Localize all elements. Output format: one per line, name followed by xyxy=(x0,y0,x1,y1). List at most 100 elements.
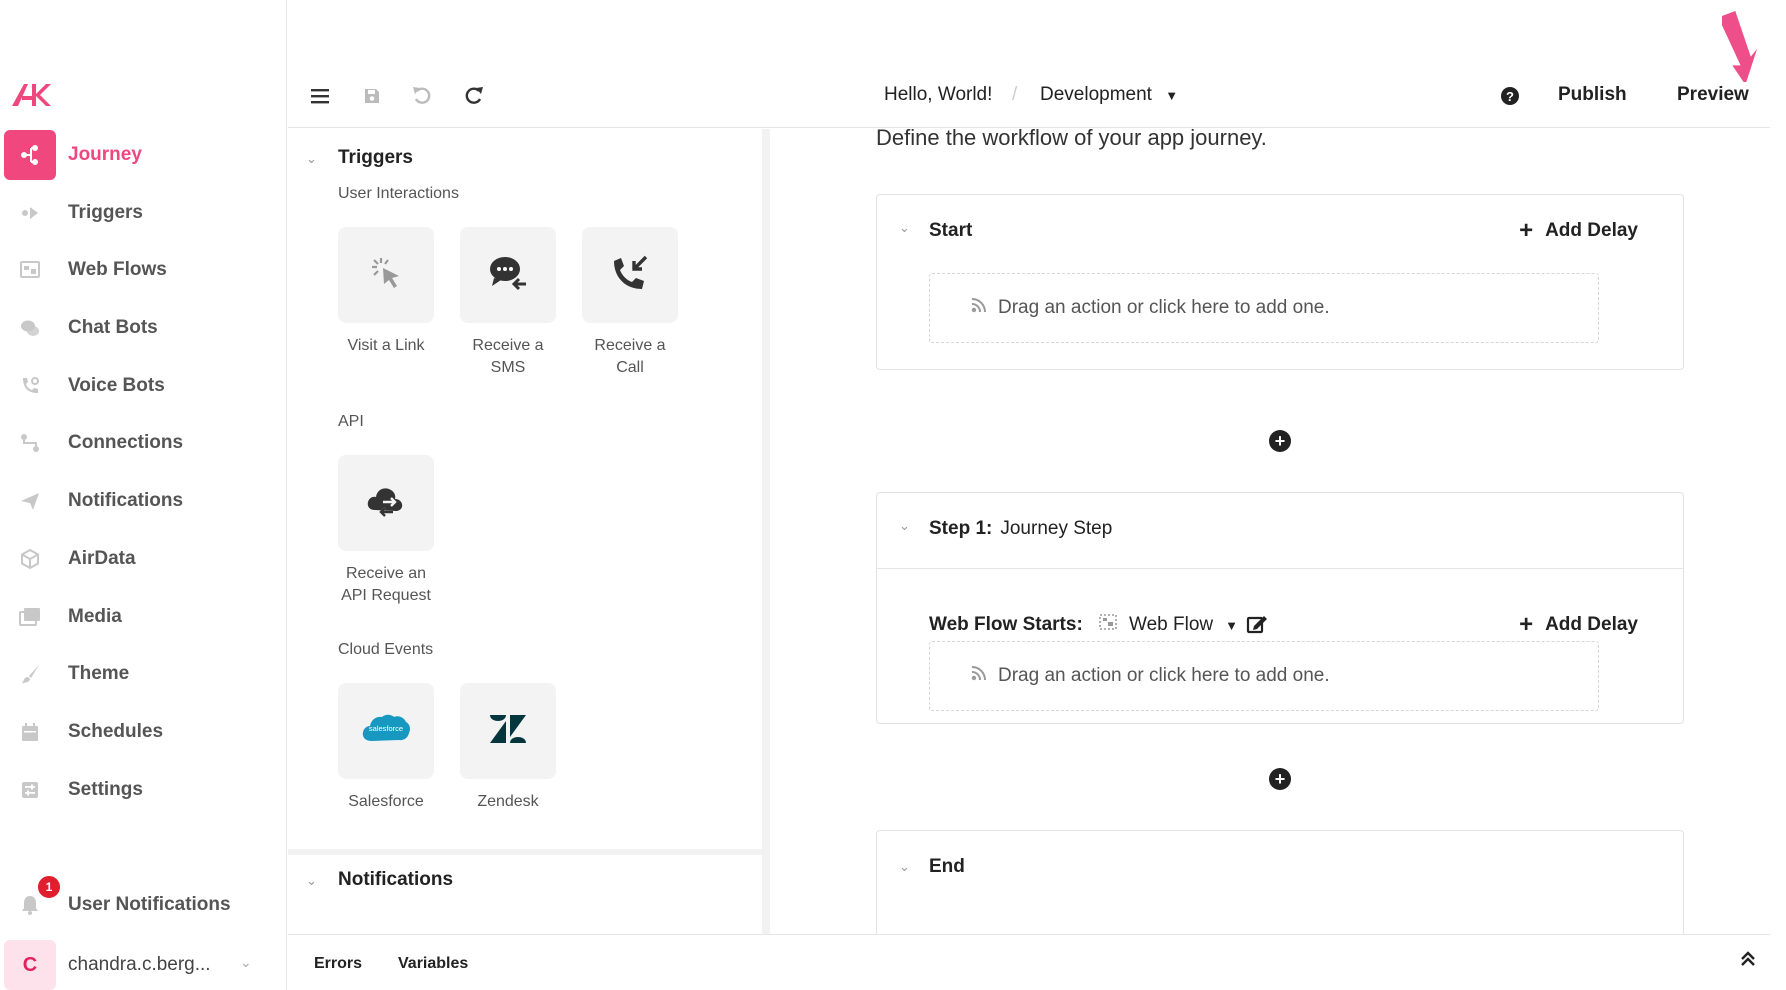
action-dropzone[interactable]: Drag an action or click here to add one. xyxy=(929,273,1599,343)
notifications-icon xyxy=(4,476,56,526)
bottom-bar: Errors Variables xyxy=(288,934,1770,990)
chevron-down-icon[interactable]: ⌄ xyxy=(899,220,910,236)
redo-icon[interactable] xyxy=(460,82,488,110)
sidebar-item-label: Triggers xyxy=(68,201,143,223)
salesforce-logo-icon: salesforce xyxy=(360,711,412,752)
top-bar: Hello, World! / Development ▼ ? Publish … xyxy=(288,64,1770,128)
sidebar-item-chat-bots[interactable]: Chat Bots xyxy=(0,303,287,353)
double-chevron-up-icon[interactable] xyxy=(1740,951,1756,972)
sidebar-item-journey[interactable]: Journey xyxy=(0,130,287,180)
action-dropzone[interactable]: Drag an action or click here to add one. xyxy=(929,641,1599,711)
sidebar-item-airdata[interactable]: AirData xyxy=(0,534,287,584)
card-title: End xyxy=(929,856,965,877)
tile-label-line: Visit a Link xyxy=(347,337,425,354)
tile-label-line: API Request xyxy=(341,587,431,604)
zendesk-logo-icon xyxy=(488,713,528,750)
chevron-down-icon: ⌄ xyxy=(240,954,252,970)
sidebar-item-label: Schedules xyxy=(68,720,164,742)
tile-label-line: Receive an xyxy=(345,565,427,582)
sidebar-item-settings[interactable]: Settings xyxy=(0,765,287,815)
sidebar-item-voice-bots[interactable]: Voice Bots xyxy=(0,361,287,411)
help-icon[interactable]: ? xyxy=(1496,82,1524,110)
airdata-icon xyxy=(4,534,56,584)
sidebar-item-web-flows[interactable]: Web Flows xyxy=(0,245,287,295)
web-flow-select[interactable]: Web Flow ▼ xyxy=(1099,614,1238,636)
add-step-button[interactable]: + xyxy=(1269,430,1291,452)
triggers-panel: ⌄ Triggers User Interactions Visit a Lin… xyxy=(288,129,770,934)
panel-divider xyxy=(288,849,762,855)
app-name[interactable]: Hello, World! xyxy=(884,84,992,106)
add-delay-button[interactable]: + Add Delay xyxy=(1519,219,1638,243)
connections-icon xyxy=(4,418,56,468)
trigger-tile-zendesk[interactable] xyxy=(460,683,556,779)
tile-label-line: SMS xyxy=(490,359,526,376)
breadcrumb-separator: / xyxy=(1012,84,1018,105)
caret-down-icon: ▼ xyxy=(1225,617,1238,633)
dropzone-label: Drag an action or click here to add one. xyxy=(998,297,1330,318)
publish-button[interactable]: Publish xyxy=(1558,84,1627,106)
chevron-down-icon[interactable]: ⌄ xyxy=(899,518,910,534)
cloud-exchange-icon xyxy=(365,482,407,525)
pointer-arrow-annotation xyxy=(1722,11,1758,82)
end-card: ⌄ End xyxy=(876,830,1684,934)
sidebar-item-label: Voice Bots xyxy=(68,374,165,396)
trigger-tile-receive-call[interactable] xyxy=(582,227,678,323)
group-label-cloud-events: Cloud Events xyxy=(338,641,434,658)
journey-icon xyxy=(4,130,56,180)
environment-select[interactable]: Development ▼ xyxy=(1040,84,1178,106)
sidebar-item-user-notifications[interactable]: 1 User Notifications xyxy=(0,874,287,930)
trigger-tile-api-request[interactable] xyxy=(338,455,434,551)
sidebar-item-triggers[interactable]: Triggers xyxy=(0,188,287,238)
sidebar-item-theme[interactable]: Theme xyxy=(0,649,287,699)
sidebar-item-label: Chat Bots xyxy=(68,317,158,339)
sidebar-item-label: Media xyxy=(68,605,122,627)
salesforce-logo-text: salesforce xyxy=(369,724,403,733)
add-delay-label: Add Delay xyxy=(1545,614,1638,635)
chevron-down-icon: ⌄ xyxy=(306,151,317,166)
sidebar-item-label: Web Flows xyxy=(68,259,167,281)
step-name[interactable]: Journey Step xyxy=(1000,518,1112,539)
plus-icon: + xyxy=(1519,611,1534,638)
start-card: ⌄ Start + Add Delay Drag an action or cl… xyxy=(876,194,1684,370)
caret-down-icon: ▼ xyxy=(1165,88,1179,103)
triggers-section-header[interactable]: ⌄ Triggers xyxy=(288,147,762,177)
app-logo[interactable] xyxy=(10,80,52,110)
account-menu[interactable]: C chandra.c.berg... ⌄ xyxy=(0,940,287,990)
tab-variables[interactable]: Variables xyxy=(398,955,468,973)
sidebar-item-notifications[interactable]: Notifications xyxy=(0,476,287,526)
theme-icon xyxy=(4,649,56,699)
trigger-tile-salesforce[interactable]: salesforce xyxy=(338,683,434,779)
save-icon[interactable] xyxy=(358,82,386,110)
chevron-down-icon[interactable]: ⌄ xyxy=(899,859,910,875)
notifications-section-header[interactable]: ⌄ Notifications xyxy=(288,869,762,899)
media-icon xyxy=(4,592,56,642)
web-flows-icon xyxy=(1099,614,1117,636)
settings-icon xyxy=(4,765,56,815)
journey-canvas: Define the workflow of your app journey.… xyxy=(778,129,1770,934)
tile-label: Salesforce xyxy=(321,791,451,813)
card-title: Start xyxy=(929,220,973,241)
add-step-button[interactable]: + xyxy=(1269,768,1291,790)
sidebar-item-label: Notifications xyxy=(68,490,184,512)
edit-icon[interactable] xyxy=(1246,614,1268,639)
schedules-icon xyxy=(4,707,56,757)
preview-button[interactable]: Preview xyxy=(1677,84,1749,106)
environment-label: Development xyxy=(1040,84,1152,105)
tab-errors[interactable]: Errors xyxy=(314,955,362,973)
sidebar-item-schedules[interactable]: Schedules xyxy=(0,707,287,757)
card-divider xyxy=(877,568,1683,569)
tile-label-line: Receive a xyxy=(594,337,666,354)
trigger-tile-visit-link[interactable] xyxy=(338,227,434,323)
canvas-description: Define the workflow of your app journey. xyxy=(876,129,1267,150)
rss-feed-icon xyxy=(970,296,988,320)
trigger-tile-receive-sms[interactable] xyxy=(460,227,556,323)
tile-label: Receive a Call xyxy=(565,335,695,379)
undo-icon[interactable] xyxy=(408,82,436,110)
web-flow-starts-label: Web Flow Starts: xyxy=(929,614,1083,635)
menu-icon[interactable] xyxy=(306,82,334,110)
sidebar-item-connections[interactable]: Connections xyxy=(0,418,287,468)
sidebar-item-media[interactable]: Media xyxy=(0,592,287,642)
add-delay-button[interactable]: + Add Delay xyxy=(1519,611,1638,638)
tile-label-line: Call xyxy=(616,359,644,376)
sidebar-nav: Journey Triggers Web Flows Chat Bots Voi… xyxy=(0,130,287,822)
